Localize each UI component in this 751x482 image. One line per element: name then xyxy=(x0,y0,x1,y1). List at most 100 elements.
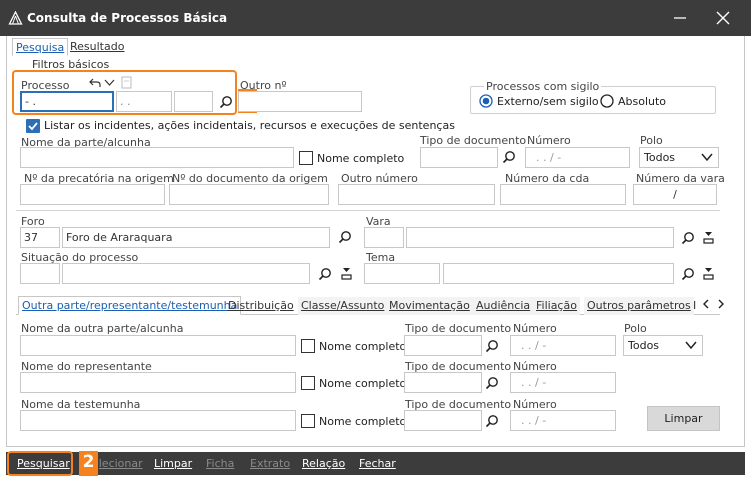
chevron-down-icon[interactable] xyxy=(104,78,115,87)
nome-testemunha-input[interactable] xyxy=(20,410,296,431)
app-logo-icon xyxy=(8,11,23,25)
tab-overflow[interactable]: I xyxy=(693,297,696,315)
radio-absoluto-label[interactable]: Absoluto xyxy=(618,95,666,108)
divider xyxy=(16,210,720,211)
tipo-documento-input[interactable] xyxy=(404,335,482,356)
search-icon[interactable] xyxy=(485,414,499,428)
close-button[interactable] xyxy=(713,8,733,28)
filter-dropdown-icon[interactable] xyxy=(703,266,714,280)
chevron-right-icon[interactable] xyxy=(716,298,726,310)
tab-filiacao[interactable]: Filiação xyxy=(533,297,580,315)
radio-absoluto-icon[interactable] xyxy=(600,94,614,108)
vara-numero-input[interactable]: / xyxy=(633,184,717,205)
polo-select[interactable]: Todos xyxy=(623,335,703,356)
numero-input[interactable]: . . / - xyxy=(510,335,616,356)
foro-name-input[interactable]: Foro de Araraquara xyxy=(62,227,330,248)
undo-icon[interactable] xyxy=(89,76,101,88)
listar-checkbox-icon[interactable] xyxy=(26,119,40,133)
nome-completo-label[interactable]: Nome completo xyxy=(317,152,404,165)
numero-input[interactable]: . . / - xyxy=(510,372,616,393)
limpar-button[interactable]: Limpar xyxy=(647,406,720,431)
search-icon[interactable] xyxy=(338,230,352,244)
tema-code-input[interactable] xyxy=(364,263,440,284)
tipo-documento-input[interactable] xyxy=(404,372,482,393)
processo-foro-input[interactable] xyxy=(174,91,213,112)
filter-dropdown-icon[interactable] xyxy=(341,266,352,280)
pesquisar-button[interactable]: Pesquisar xyxy=(17,457,70,470)
search-icon[interactable] xyxy=(681,267,695,281)
listar-label[interactable]: Listar os incidentes, ações incidentais,… xyxy=(44,119,455,132)
polo-value: Todos xyxy=(644,151,676,164)
outro-numero2-input[interactable] xyxy=(338,184,495,205)
step-2-badge: 2 xyxy=(79,451,98,476)
tab-outra-parte[interactable]: Outra parte/representante/testemunha xyxy=(18,296,242,315)
processo-numero-input[interactable]: - . xyxy=(20,91,114,112)
radio-externo-icon[interactable] xyxy=(479,94,493,108)
sigilo-label: Processos com sigilo xyxy=(484,80,602,93)
situacao-name-input[interactable] xyxy=(62,263,310,284)
minimize-icon xyxy=(674,17,686,19)
numero-label: Número xyxy=(527,134,571,147)
filter-dropdown-icon[interactable] xyxy=(703,230,714,244)
minimize-button[interactable] xyxy=(670,8,690,28)
search-icon[interactable] xyxy=(502,150,516,164)
tab-distribuicao[interactable]: Distribuição xyxy=(225,297,297,315)
tipo-documento-label: Tipo de documento xyxy=(405,322,512,335)
numero-label: Número xyxy=(513,322,557,335)
vara-code-input[interactable] xyxy=(364,227,404,248)
tipo-documento-input[interactable] xyxy=(420,147,498,168)
search-icon[interactable] xyxy=(318,267,332,281)
relacao-button[interactable]: Relação xyxy=(302,457,345,470)
nome-parte-input[interactable] xyxy=(20,147,294,168)
nome-completo-checkbox[interactable] xyxy=(301,339,315,353)
nome-completo-checkbox[interactable] xyxy=(299,151,313,165)
foro-code-input[interactable]: 37 xyxy=(20,227,60,248)
search-icon[interactable] xyxy=(485,376,499,390)
polo-label: Polo xyxy=(624,322,647,335)
tema-name-input[interactable] xyxy=(443,263,674,284)
cda-input[interactable] xyxy=(500,184,626,205)
precatoria-input[interactable] xyxy=(20,184,165,205)
nome-completo-checkbox[interactable] xyxy=(301,376,315,390)
close-icon xyxy=(716,11,730,25)
nome-outra-parte-label: Nome da outra parte/alcunha xyxy=(21,322,184,335)
tab-pesquisa[interactable]: Pesquisa xyxy=(12,38,69,56)
vara-name-input[interactable] xyxy=(406,227,674,248)
search-icon[interactable] xyxy=(485,339,499,353)
ficha-button[interactable]: Ficha xyxy=(206,457,234,470)
numero-input[interactable]: . . / - xyxy=(510,410,616,431)
window: Consulta de Processos Básica Pesquisa Re… xyxy=(0,0,751,482)
tab-audiencia[interactable]: Audiência xyxy=(473,297,534,315)
nome-completo-checkbox[interactable] xyxy=(301,414,315,428)
search-icon[interactable] xyxy=(681,231,695,245)
window-title: Consulta de Processos Básica xyxy=(27,11,228,25)
tipo-documento-input[interactable] xyxy=(404,410,482,431)
numero-input[interactable]: . . / - xyxy=(525,147,630,168)
document-icon xyxy=(121,76,132,89)
tab-movimentacao[interactable]: Movimentação xyxy=(386,297,473,315)
doc-origem-input[interactable] xyxy=(169,184,329,205)
fechar-button[interactable]: Fechar xyxy=(359,457,396,470)
limpar-toolbar-button[interactable]: Limpar xyxy=(154,457,192,470)
nome-representante-input[interactable] xyxy=(20,372,296,393)
chevron-left-icon[interactable] xyxy=(701,298,711,310)
radio-externo-label[interactable]: Externo/sem sigilo xyxy=(497,95,599,108)
nome-completo-label[interactable]: Nome completo xyxy=(319,377,406,390)
nome-completo-label[interactable]: Nome completo xyxy=(319,340,406,353)
chevron-down-icon xyxy=(685,341,697,350)
nome-completo-label[interactable]: Nome completo xyxy=(319,415,406,428)
nome-outra-parte-input[interactable] xyxy=(20,335,296,356)
tipo-documento-label: Tipo de documento xyxy=(420,134,527,147)
situacao-code-input[interactable] xyxy=(20,263,60,284)
outro-numero-input[interactable] xyxy=(238,91,362,112)
polo-value: Todos xyxy=(628,339,660,352)
tab-classe-assunto[interactable]: Classe/Assunto xyxy=(298,297,388,315)
polo-select[interactable]: Todos xyxy=(639,147,719,168)
tab-outros-parametros[interactable]: Outros parâmetros xyxy=(584,297,694,315)
search-icon[interactable] xyxy=(219,95,233,109)
processo-ano-input[interactable]: . . xyxy=(116,91,172,112)
chevron-down-icon xyxy=(701,153,713,162)
extrato-button[interactable]: Extrato xyxy=(250,457,290,470)
tab-resultado[interactable]: Resultado xyxy=(67,38,127,56)
title-bar: Consulta de Processos Básica xyxy=(0,0,751,36)
